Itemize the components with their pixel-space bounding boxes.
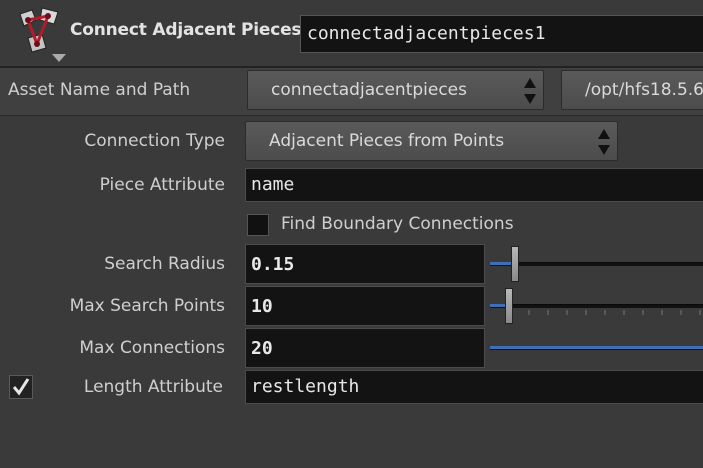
search-radius-value: 0.15 bbox=[251, 254, 295, 275]
asset-path-menu[interactable]: /opt/hfs18.5.6 bbox=[561, 70, 703, 110]
slider-ticks bbox=[509, 310, 701, 315]
piece-attribute-field[interactable]: name bbox=[245, 168, 703, 202]
length-attribute-value: restlength bbox=[251, 376, 360, 397]
max-search-points-field[interactable]: 10 bbox=[245, 286, 485, 326]
slider-track bbox=[490, 304, 703, 308]
asset-path-value: /opt/hfs18.5.6 bbox=[585, 80, 703, 100]
connect-pieces-node-icon[interactable] bbox=[6, 4, 70, 62]
node-name-field[interactable]: connectadjacentpieces1 bbox=[300, 15, 703, 53]
find-boundary-checkbox[interactable] bbox=[247, 214, 269, 236]
piece-attribute-value: name bbox=[251, 174, 295, 195]
connection-type-value: Adjacent Pieces from Points bbox=[269, 131, 505, 151]
up-down-arrows-icon bbox=[595, 126, 613, 158]
node-name-value: connectadjacentpieces1 bbox=[307, 23, 546, 44]
search-radius-field[interactable]: 0.15 bbox=[245, 244, 485, 284]
max-connections-field[interactable]: 20 bbox=[245, 328, 485, 368]
max-search-points-label: Max Search Points bbox=[69, 296, 225, 316]
length-attribute-field[interactable]: restlength bbox=[245, 370, 703, 404]
connection-type-label: Connection Type bbox=[84, 131, 225, 151]
search-radius-slider[interactable] bbox=[490, 244, 703, 284]
max-connections-slider[interactable] bbox=[490, 328, 703, 368]
piece-attribute-label: Piece Attribute bbox=[99, 175, 225, 195]
slider-handle[interactable] bbox=[505, 288, 513, 324]
max-search-points-value: 10 bbox=[251, 296, 273, 317]
slider-fill bbox=[490, 304, 505, 307]
search-radius-label: Search Radius bbox=[104, 254, 225, 274]
asset-name-value: connectadjacentpieces bbox=[271, 80, 467, 100]
slider-fill bbox=[490, 262, 511, 265]
asset-name-label: Asset Name and Path bbox=[8, 80, 191, 100]
slider-fill bbox=[490, 346, 703, 349]
slider-handle[interactable] bbox=[511, 246, 519, 282]
up-down-arrows-icon bbox=[521, 75, 539, 107]
connection-type-menu[interactable]: Adjacent Pieces from Points bbox=[245, 121, 618, 161]
slider-track bbox=[490, 262, 703, 266]
find-boundary-label: Find Boundary Connections bbox=[281, 214, 514, 234]
max-connections-label: Max Connections bbox=[79, 338, 225, 358]
length-attribute-label: Length Attribute bbox=[83, 377, 223, 397]
max-connections-value: 20 bbox=[251, 338, 273, 359]
max-search-points-slider[interactable] bbox=[490, 286, 703, 326]
asset-name-menu[interactable]: connectadjacentpieces bbox=[247, 70, 544, 110]
node-type-name: Connect Adjacent Pieces bbox=[70, 20, 302, 40]
